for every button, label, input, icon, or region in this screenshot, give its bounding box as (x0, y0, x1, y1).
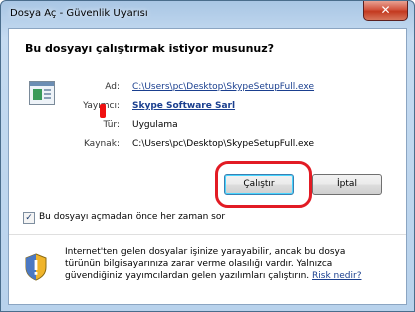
dialog-heading: Bu dosyayı çalıştırmak istiyor musunuz? (25, 42, 275, 55)
security-warning-dialog: Dosya Aç - Güvenlik Uyarısı ✕ Bu dosyayı… (0, 0, 415, 312)
window-title: Dosya Aç - Güvenlik Uyarısı (10, 8, 148, 19)
red-annotation-mark (100, 104, 106, 118)
close-button[interactable]: ✕ (363, 1, 408, 21)
name-label: Ad: (105, 82, 120, 92)
shield-warning-icon (25, 253, 47, 281)
always-ask-checkbox[interactable]: ✓ (23, 212, 35, 224)
from-value: C:\Users\pc\Desktop\SkypeSetupFull.exe (132, 139, 315, 149)
warning-text: Internet'ten gelen dosyalar işinize yara… (65, 247, 346, 281)
from-label: Kaynak: (83, 139, 120, 149)
title-bar[interactable]: Dosya Aç - Güvenlik Uyarısı ✕ (1, 1, 414, 27)
cancel-button[interactable]: İptal (312, 174, 382, 195)
name-value-link[interactable]: C:\Users\pc\Desktop\SkypeSetupFull.exe (132, 82, 314, 92)
run-button[interactable]: Çalıştır (224, 174, 294, 195)
type-label: Tür: (103, 120, 120, 130)
divider (9, 234, 406, 235)
publisher-link[interactable]: Skype Software Sarl (132, 101, 235, 111)
always-ask-label[interactable]: Bu dosyayı açmadan önce her zaman sor (39, 212, 225, 222)
dialog-content: Bu dosyayı çalıştırmak istiyor musunuz? … (8, 28, 407, 305)
risk-link[interactable]: Risk nedir? (312, 271, 361, 281)
type-value: Uygulama (132, 120, 178, 130)
warning-message: Internet'ten gelen dosyalar işinize yara… (65, 246, 375, 282)
